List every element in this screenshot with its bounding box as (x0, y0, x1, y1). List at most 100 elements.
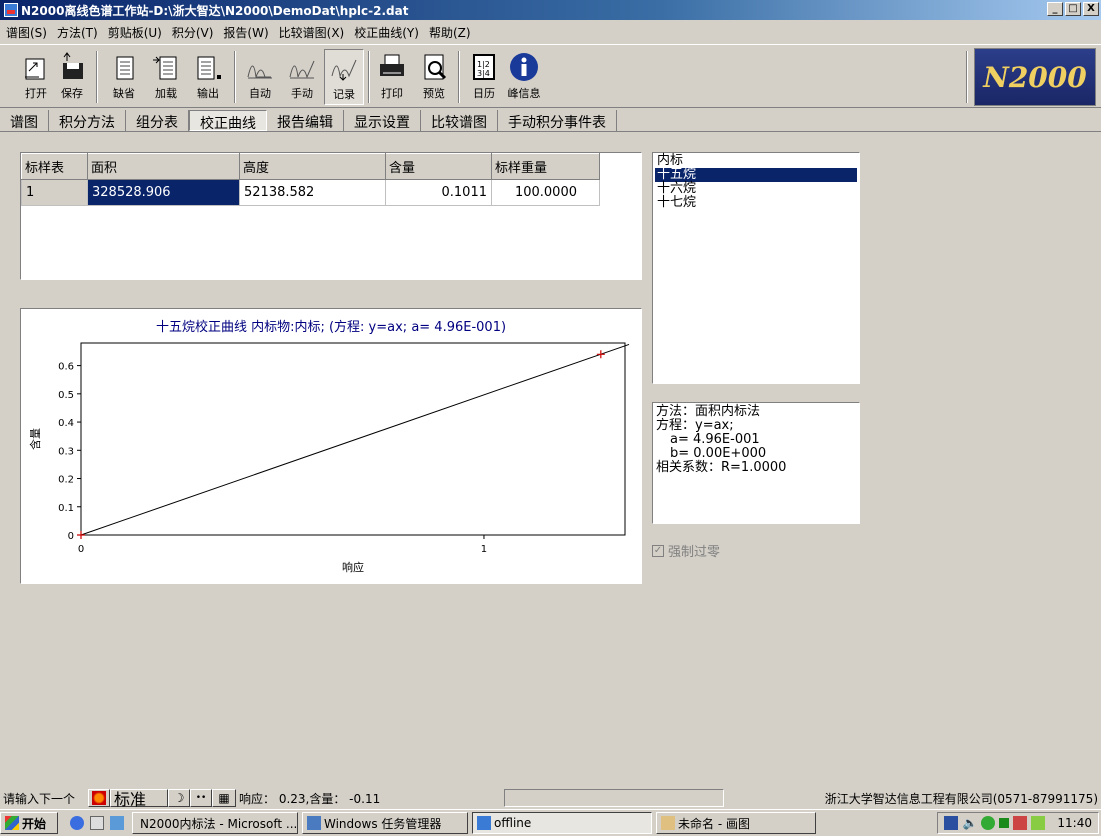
n2000-app-icon (477, 816, 491, 830)
manual-button[interactable]: 手动 (282, 49, 322, 105)
taskbar-item-taskmgr[interactable]: Windows 任务管理器 (302, 812, 468, 834)
export-button[interactable]: 输出 (188, 49, 228, 105)
y-tick-label: 0.2 (58, 475, 74, 486)
taskbar-item-paint[interactable]: 未命名 - 画图 (656, 812, 816, 834)
tab-display-settings[interactable]: 显示设置 (344, 110, 421, 131)
preview-button[interactable]: 预览 (414, 49, 454, 105)
menu-method[interactable]: 方法(T) (57, 24, 98, 41)
col-header-area[interactable]: 面积 (87, 153, 240, 180)
calendar-icon: 1|2 3|4 (469, 51, 499, 83)
outlook-icon[interactable] (90, 816, 104, 830)
menu-clipboard[interactable]: 剪贴板(U) (108, 24, 162, 41)
col-header-standard[interactable]: 标样表 (21, 153, 88, 180)
col-header-height[interactable]: 高度 (239, 153, 386, 180)
col-header-content[interactable]: 含量 (385, 153, 492, 180)
tab-component-table[interactable]: 组分表 (126, 110, 189, 131)
calendar-label: 日历 (473, 87, 495, 100)
calibration-chart-panel: 十五烷校正曲线 内标物:内标; (方程: y=ax; a= 4.96E-001)… (20, 308, 642, 584)
tab-integration-method[interactable]: 积分方法 (49, 110, 126, 131)
print-label: 打印 (381, 87, 403, 100)
tab-report-edit[interactable]: 报告编辑 (267, 110, 344, 131)
print-button[interactable]: 打印 (372, 49, 412, 105)
col-header-weight[interactable]: 标样重量 (491, 153, 600, 180)
tab-spectrum[interactable]: 谱图 (0, 110, 49, 131)
standard-mode-button[interactable]: 标准 (110, 789, 168, 809)
taskbar-item-word[interactable]: N2000内标法 - Microsoft ... (132, 812, 298, 834)
record-button[interactable]: 记录 (324, 49, 364, 105)
maximize-button[interactable]: □ (1065, 2, 1081, 16)
peakinfo-button[interactable]: 峰信息 (504, 49, 544, 105)
menu-report[interactable]: 报告(W) (223, 24, 268, 41)
force-zero-checkbox[interactable]: ✓ 强制过零 (652, 541, 720, 560)
standard-table-panel: 标样表 面积 高度 含量 标样重量 1 328528.906 52138.582… (20, 152, 642, 280)
document-icon (109, 51, 139, 83)
paint-icon (661, 816, 675, 830)
preview-icon (419, 51, 449, 83)
list-item[interactable]: 十七烷 (655, 196, 857, 210)
auto-button[interactable]: 自动 (240, 49, 280, 105)
calendar-button[interactable]: 1|2 3|4 日历 (464, 49, 504, 105)
x-tick-label: 1 (481, 544, 487, 555)
toolbar: 打开 保存 缺省 加载 输出 自动 手动 记录 打印 预览 1|2 3|4 日历… (0, 44, 1101, 108)
info-icon (509, 51, 539, 83)
open-button[interactable]: 打开 (16, 49, 56, 105)
cell-weight[interactable]: 100.0000 (491, 179, 600, 206)
tab-calibration-curve[interactable]: 校正曲线 (189, 110, 267, 132)
app-icon (4, 3, 18, 17)
calibration-chart: 十五烷校正曲线 内标物:内标; (方程: y=ax; a= 4.96E-001)… (28, 319, 630, 574)
tab-manual-events[interactable]: 手动积分事件表 (498, 110, 617, 131)
table-row[interactable]: 1 328528.906 52138.582 0.1011 100.0000 (21, 179, 600, 206)
save-label: 保存 (61, 87, 83, 100)
menu-compare[interactable]: 比较谱图(X) (279, 24, 345, 41)
info-b: b= 0.00E+000 (670, 446, 767, 461)
moon-icon[interactable]: ☽ (168, 789, 190, 807)
ie-icon[interactable] (70, 816, 84, 830)
info-method: 方法：面积内标法 (656, 404, 761, 419)
row-number[interactable]: 1 (21, 179, 88, 206)
cell-area[interactable]: 328528.906 (87, 179, 240, 206)
menu-calibration[interactable]: 校正曲线(Y) (354, 24, 419, 41)
standard-table: 标样表 面积 高度 含量 标样重量 1 328528.906 52138.582… (21, 153, 600, 206)
status-company: 浙江大学智达信息工程有限公司(0571-87991175) (824, 791, 1098, 806)
list-item[interactable]: 内标 (655, 154, 857, 168)
tab-compare[interactable]: 比较谱图 (421, 110, 498, 131)
component-listbox[interactable]: 内标 十五烷 十六烷 十七烷 (652, 152, 860, 384)
taskbar-item-offline[interactable]: offline (472, 812, 652, 834)
status-response: 响应： 0.23,含量： -0.11 (239, 791, 381, 806)
tray-network-icon[interactable] (981, 816, 996, 830)
default-button[interactable]: 缺省 (104, 49, 144, 105)
start-button[interactable]: 开始 (0, 812, 58, 834)
standard-mode-icon[interactable] (88, 789, 110, 807)
list-item[interactable]: 十六烷 (655, 182, 857, 196)
close-button[interactable]: X (1083, 2, 1099, 16)
list-item-selected[interactable]: 十五烷 (655, 168, 857, 182)
svg-text:3|4: 3|4 (477, 69, 490, 78)
tray-status-icon[interactable] (999, 818, 1010, 828)
record-label: 记录 (333, 88, 355, 101)
y-tick-label: 0.6 (58, 362, 74, 373)
load-button[interactable]: 加载 (146, 49, 186, 105)
x-tick-label: 0 (78, 544, 84, 555)
status-empty (504, 789, 724, 807)
menu-help[interactable]: 帮助(Z) (429, 24, 471, 41)
tray-edit-icon[interactable] (1013, 816, 1028, 830)
desktop-icon[interactable] (110, 816, 124, 830)
load-label: 加载 (155, 87, 177, 100)
open-icon (21, 51, 51, 83)
punctuation-icon[interactable]: •• (190, 789, 212, 807)
minimize-button[interactable]: _ (1047, 2, 1063, 16)
cell-content[interactable]: 0.1011 (385, 179, 492, 206)
menu-integrate[interactable]: 积分(V) (172, 24, 214, 41)
keyboard-icon[interactable]: ▦ (212, 789, 236, 807)
tray-misc-icon[interactable] (1031, 816, 1046, 830)
tray-app-icon[interactable] (944, 816, 959, 830)
y-tick-label: 0.3 (58, 446, 74, 457)
y-tick-label: 0.4 (58, 418, 74, 429)
cell-height[interactable]: 52138.582 (239, 179, 386, 206)
speaker-icon[interactable]: 🔈 (962, 816, 977, 830)
save-button[interactable]: 保存 (52, 49, 92, 105)
taskbar: 开始 N2000内标法 - Microsoft ... Windows 任务管理… (0, 809, 1101, 836)
x-axis-label: 响应 (342, 560, 364, 574)
save-icon (57, 51, 87, 83)
menu-spectrum[interactable]: 谱图(S) (6, 24, 47, 41)
